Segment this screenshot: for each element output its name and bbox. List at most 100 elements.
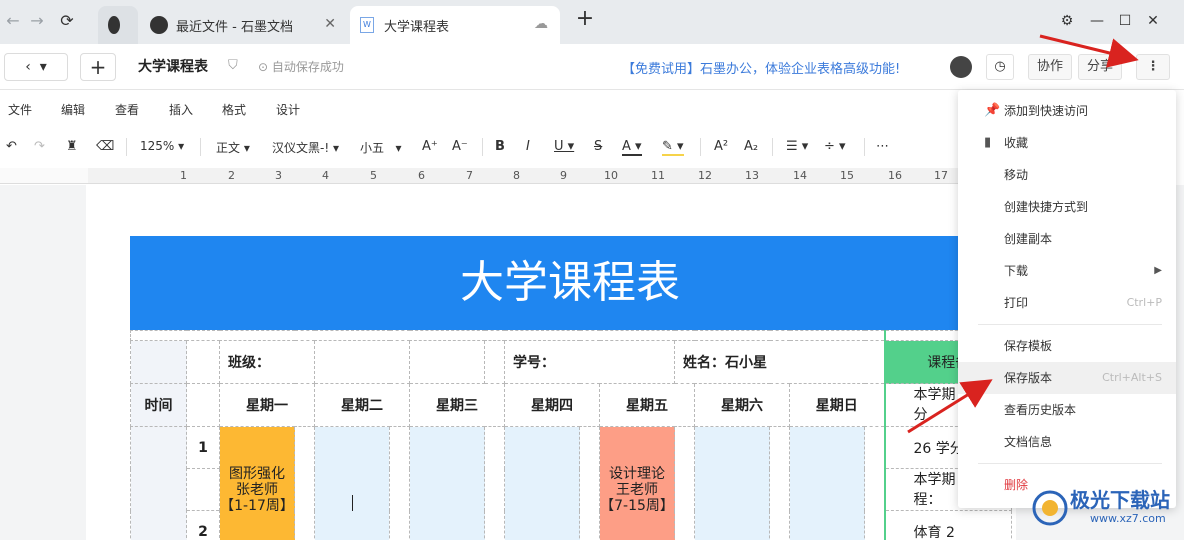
tab-recent-files[interactable]: 最近文件 - 石墨文档 ✕ <box>140 6 348 44</box>
italic-icon[interactable]: I <box>526 139 530 154</box>
reload-icon[interactable]: ⟳ <box>56 10 78 32</box>
table-cell[interactable] <box>484 426 505 540</box>
table-cell[interactable] <box>314 340 410 384</box>
font-color-icon[interactable]: A ▾ <box>622 139 642 156</box>
more-tools-icon[interactable]: ⋯ <box>876 139 889 154</box>
banner-title[interactable]: 大学课程表 <box>130 236 1010 330</box>
decrease-font-icon[interactable]: A⁻ <box>452 139 468 154</box>
table-cell[interactable] <box>130 340 187 384</box>
size-select[interactable]: 小五 ▾ <box>360 139 401 156</box>
table-cell[interactable] <box>579 426 600 540</box>
undo-icon[interactable]: ↶ <box>6 139 17 154</box>
strike-icon[interactable]: S <box>594 139 602 154</box>
table-cell[interactable] <box>186 468 220 511</box>
day-header-thu[interactable]: 星期四 <box>504 383 600 427</box>
menu-edit[interactable]: 编辑 <box>61 101 85 118</box>
day-header-mon[interactable]: 星期一 <box>219 383 315 427</box>
table-cell[interactable] <box>130 426 187 540</box>
settings-icon[interactable]: ⚙ <box>1056 10 1078 32</box>
maximize-icon[interactable]: ☐ <box>1114 10 1136 32</box>
new-tab-button[interactable]: + <box>574 8 596 30</box>
course-thursday[interactable] <box>504 426 580 540</box>
course-friday[interactable]: 设计理论 王老师 【7-15周】 <box>599 426 675 540</box>
table-cell[interactable] <box>389 426 410 540</box>
back-icon[interactable]: ← <box>2 10 24 32</box>
history-icon[interactable]: ◷ <box>986 54 1014 80</box>
day-header-sun[interactable]: 星期日 <box>789 383 885 427</box>
table-cell[interactable] <box>294 426 315 540</box>
day-header-fri[interactable]: 星期五 <box>599 383 695 427</box>
period-number[interactable]: 1 <box>186 426 220 469</box>
redo-icon[interactable]: ↷ <box>34 139 45 154</box>
day-header-wed[interactable]: 星期三 <box>409 383 505 427</box>
course-tuesday[interactable] <box>314 426 390 540</box>
table-cell[interactable] <box>186 383 220 427</box>
menu-item-save-template[interactable]: 保存模板 <box>958 330 1176 362</box>
more-menu-button[interactable]: ⋮ <box>1136 54 1170 80</box>
course-saturday[interactable] <box>694 426 770 540</box>
menu-item-favorite[interactable]: ▮ 收藏 <box>958 127 1176 159</box>
superscript-icon[interactable]: A² <box>714 139 728 154</box>
menu-item-save-version[interactable]: 保存版本 Ctrl+Alt+S <box>958 362 1176 394</box>
bold-icon[interactable]: B <box>495 139 505 154</box>
day-header-sat[interactable]: 星期六 <box>694 383 790 427</box>
course-sunday[interactable] <box>789 426 865 540</box>
increase-font-icon[interactable]: A⁺ <box>422 139 438 154</box>
day-header-tue[interactable]: 星期二 <box>314 383 410 427</box>
menu-item-print[interactable]: 打印 Ctrl+P <box>958 287 1176 319</box>
promo-link[interactable]: 【免费试用】石墨办公，体验企业表格高级功能! <box>622 58 900 77</box>
new-doc-button[interactable]: + <box>80 53 116 81</box>
collab-button[interactable]: 协作 <box>1028 54 1072 80</box>
table-cell[interactable] <box>769 426 790 540</box>
pinned-tab[interactable] <box>98 6 138 44</box>
table-cell[interactable] <box>409 340 485 384</box>
zoom-select[interactable]: 125% ▾ <box>140 139 184 153</box>
course-monday[interactable]: 图形强化 张老师 【1-17周】 <box>219 426 295 540</box>
table-cell[interactable] <box>484 340 505 384</box>
share-button[interactable]: 分享 <box>1078 54 1122 80</box>
eraser-icon[interactable]: ⌫ <box>96 139 114 154</box>
menu-item-create-shortcut[interactable]: 创建快捷方式到 <box>958 191 1176 223</box>
menu-item-duplicate[interactable]: 创建副本 <box>958 223 1176 255</box>
align-icon[interactable]: ☰ ▾ <box>786 139 808 154</box>
schedule-table[interactable]: 班级： 学号： 姓名：石小星 课程备 时间 星期一 星期二 星期三 星期四 星期… <box>130 330 1012 540</box>
ruler[interactable]: 1 2 3 4 5 6 7 8 9 10 11 12 13 14 15 16 1… <box>88 168 958 184</box>
subscript-icon[interactable]: A₂ <box>744 139 758 154</box>
font-select[interactable]: 汉仪文黑-! ▾ <box>272 139 339 156</box>
time-header[interactable]: 时间 <box>130 383 187 427</box>
menu-format[interactable]: 格式 <box>222 101 246 118</box>
doc-title[interactable]: 大学课程表 <box>138 56 208 76</box>
format-painter-icon[interactable]: ♜ <box>66 139 78 154</box>
menu-insert[interactable]: 插入 <box>169 101 193 118</box>
minimize-icon[interactable]: — <box>1086 10 1108 32</box>
student-id-label[interactable]: 学号： <box>504 340 675 384</box>
table-cell[interactable] <box>864 426 885 540</box>
close-window-icon[interactable]: ✕ <box>1142 10 1164 32</box>
table-cell[interactable] <box>674 426 695 540</box>
style-select[interactable]: 正文 ▾ <box>216 139 250 156</box>
table-cell[interactable] <box>186 340 220 384</box>
period-number[interactable]: 2 <box>186 510 220 540</box>
notes-cell[interactable]: 体育 2 <box>883 510 1012 540</box>
menu-item-doc-info[interactable]: 文档信息 <box>958 426 1176 458</box>
menu-item-quick-access[interactable]: 📌 添加到快速访问 <box>958 95 1176 127</box>
underline-icon[interactable]: U ▾ <box>554 139 574 154</box>
menu-view[interactable]: 查看 <box>115 101 139 118</box>
line-spacing-icon[interactable]: ÷ ▾ <box>824 139 846 154</box>
forward-icon[interactable]: → <box>26 10 48 32</box>
menu-item-history[interactable]: 查看历史版本 <box>958 394 1176 426</box>
menu-item-move[interactable]: 移动 <box>958 159 1176 191</box>
student-name-label[interactable]: 姓名：石小星 <box>674 340 885 384</box>
class-label[interactable]: 班级： <box>219 340 315 384</box>
tab-course-table[interactable]: W 大学课程表 ☁ <box>350 6 560 44</box>
back-nav-button[interactable]: ‹ ▾ <box>4 53 68 81</box>
menu-file[interactable]: 文件 <box>8 101 32 118</box>
bookmark-icon[interactable]: ⛉ <box>228 58 238 73</box>
highlight-icon[interactable]: ✎ ▾ <box>662 139 684 156</box>
check-icon: ⊙ <box>258 60 272 74</box>
course-wednesday[interactable] <box>409 426 485 540</box>
menu-item-download[interactable]: 下载 ▶ <box>958 255 1176 287</box>
menu-design[interactable]: 设计 <box>276 101 300 118</box>
close-tab-icon[interactable]: ✕ <box>324 16 336 32</box>
avatar[interactable] <box>950 56 972 78</box>
